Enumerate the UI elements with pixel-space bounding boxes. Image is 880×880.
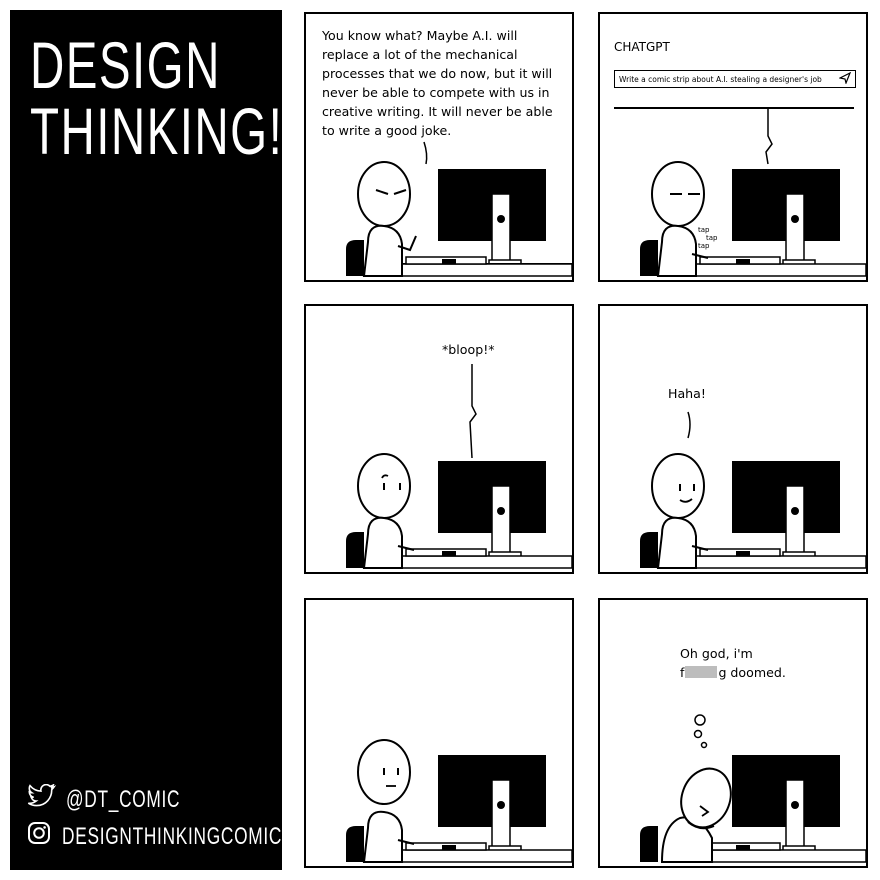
twitter-handle[interactable]: @DT_COMIC bbox=[66, 786, 180, 814]
tap-2: tap bbox=[706, 234, 718, 242]
scene-drawing bbox=[614, 107, 866, 277]
title-line-1: DESIGN bbox=[30, 28, 221, 102]
comic-panel-1: You know what? Maybe A.I. will replace a… bbox=[304, 12, 574, 282]
comic-panel-5 bbox=[304, 598, 574, 868]
scene-drawing bbox=[640, 411, 866, 569]
title-line-2: THINKING! bbox=[30, 94, 284, 168]
scene-drawing bbox=[640, 714, 866, 863]
scene-drawing bbox=[346, 141, 572, 277]
instagram-handle[interactable]: DESIGNTHINKINGCOMIC bbox=[62, 823, 282, 851]
comic-panel-6: Oh god, i'm fg doomed. bbox=[598, 598, 868, 868]
scene-drawing bbox=[346, 364, 572, 569]
tap-1: tap bbox=[698, 226, 710, 234]
twitter-bird-icon bbox=[26, 783, 57, 815]
tap-3: tap bbox=[698, 242, 710, 250]
comic-panel-2: CHATGPT Write a comic strip about A.I. s… bbox=[598, 12, 868, 282]
comic-panel-3: *bloop!* bbox=[304, 304, 574, 574]
tap-sound-effect: tap tap tap bbox=[698, 226, 717, 250]
scene-drawing bbox=[346, 739, 572, 863]
comic-title: DESIGN THINKING! bbox=[30, 32, 283, 164]
instagram-icon bbox=[26, 820, 52, 853]
twitter-link[interactable]: @DT_COMIC bbox=[26, 783, 225, 815]
sidebar: DESIGN THINKING! bbox=[10, 10, 282, 870]
comic-panel-4: Haha! bbox=[598, 304, 868, 574]
